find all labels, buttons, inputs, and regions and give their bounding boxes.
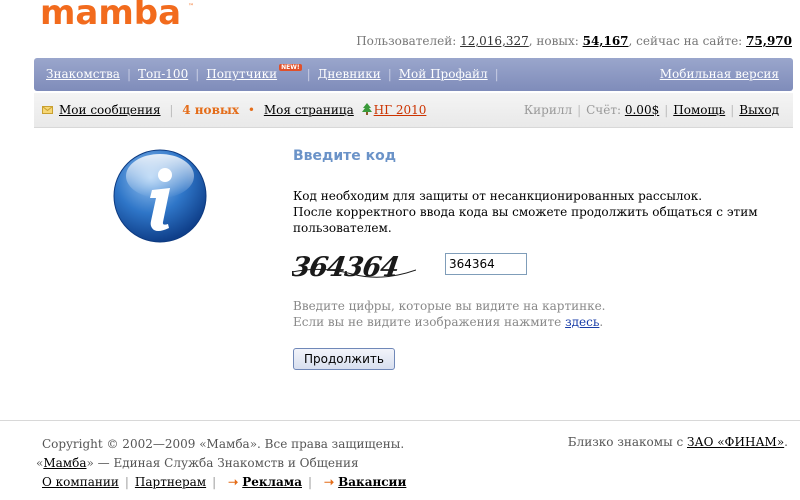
help-link[interactable]: Помощь (673, 103, 725, 117)
footer-divider (0, 420, 800, 421)
nav-item-top100[interactable]: Топ-100 (138, 67, 188, 81)
nav-item-mobile-version[interactable]: Мобильная версия (660, 67, 779, 81)
users-count-link[interactable]: 12,016,327 (460, 34, 529, 48)
ng-2010-link[interactable]: НГ 2010 (374, 103, 427, 117)
info-icon (113, 149, 207, 243)
footer-about-link[interactable]: О компании (42, 475, 119, 489)
description: Код необходим для защиты от несанкционир… (293, 188, 800, 236)
site-stats: Пользователей: 12,016,327, новых: 54,167… (356, 34, 792, 48)
captcha-image: 364364 (292, 252, 416, 282)
nav-item-dating[interactable]: Знакомства (46, 67, 120, 81)
online-label: , сейчас на сайте: (628, 34, 743, 48)
nav-item-my-profile[interactable]: Мой Профайл (399, 67, 488, 81)
logout-link[interactable]: Выход (739, 103, 779, 117)
mamba-logo[interactable]: mamba ™ (40, 0, 200, 34)
username: Кирилл (523, 103, 573, 117)
captcha-hint: Введите цифры, которые вы видите на карт… (293, 299, 606, 329)
nav-item-companions[interactable]: Попутчики (206, 67, 277, 81)
logo-text: mamba (40, 0, 181, 33)
new-users-link[interactable]: 54,167 (583, 34, 629, 48)
footer-partners-link[interactable]: Партнерам (135, 475, 206, 489)
new-badge: NEW! (279, 64, 302, 71)
description-line-1: Код необходим для защиты от несанкционир… (293, 189, 703, 203)
hint-line-1: Введите цифры, которые вы видите на карт… (293, 299, 606, 313)
captcha-code-input[interactable] (445, 253, 527, 275)
captcha-text: 364364 (292, 252, 401, 282)
finam-note: Близко знакомы с ЗАО «ФИНАМ». (567, 435, 788, 449)
new-label: , новых: (528, 34, 579, 48)
logo-trademark: ™ (188, 3, 194, 10)
hint-line-2: Если вы не видите изображения нажмите (293, 315, 562, 329)
footer-ads-link[interactable]: Реклама (242, 475, 302, 489)
description-line-2: После корректного ввода кода вы сможете … (293, 205, 758, 235)
main-navbar: Знакомства | Топ-100 | Попутчики NEW! | Дневник… (34, 58, 793, 91)
footer-vacancies-link[interactable]: Вакансии (338, 475, 406, 489)
nav-item-diaries[interactable]: Дневники (318, 67, 381, 81)
account-balance-link[interactable]: 0.00$ (625, 103, 659, 117)
footer-links: О компании | Партнерам | ➝ Реклама | ➝ Вакансии (42, 475, 407, 489)
envelope-icon (42, 105, 53, 114)
arrow-icon: ➝ (228, 475, 239, 489)
account-label: Счёт: (586, 103, 622, 117)
mamba-link[interactable]: Мамба (43, 456, 86, 470)
new-messages-count[interactable]: 4 новых (182, 103, 239, 117)
users-label: Пользователей: (356, 34, 457, 48)
continue-button[interactable]: Продолжить (293, 348, 395, 370)
page-title: Введите код (293, 148, 397, 164)
my-messages-link[interactable]: Мои сообщения (59, 103, 161, 117)
finam-link[interactable]: ЗАО «ФИНАМ» (687, 435, 784, 449)
reload-captcha-link[interactable]: здесь (565, 315, 599, 329)
tree-icon (361, 102, 372, 115)
online-users-link[interactable]: 75,970 (746, 34, 792, 48)
tagline: «Мамба» — Единая Служба Знакомств и Обще… (36, 456, 359, 470)
user-subbar: Мои сообщения | 4 новых • Моя страница Н… (34, 93, 793, 128)
my-page-link[interactable]: Моя страница (264, 103, 354, 117)
copyright: Copyright © 2002—2009 «Мамба». Все права… (42, 437, 405, 451)
arrow-icon: ➝ (324, 475, 335, 489)
